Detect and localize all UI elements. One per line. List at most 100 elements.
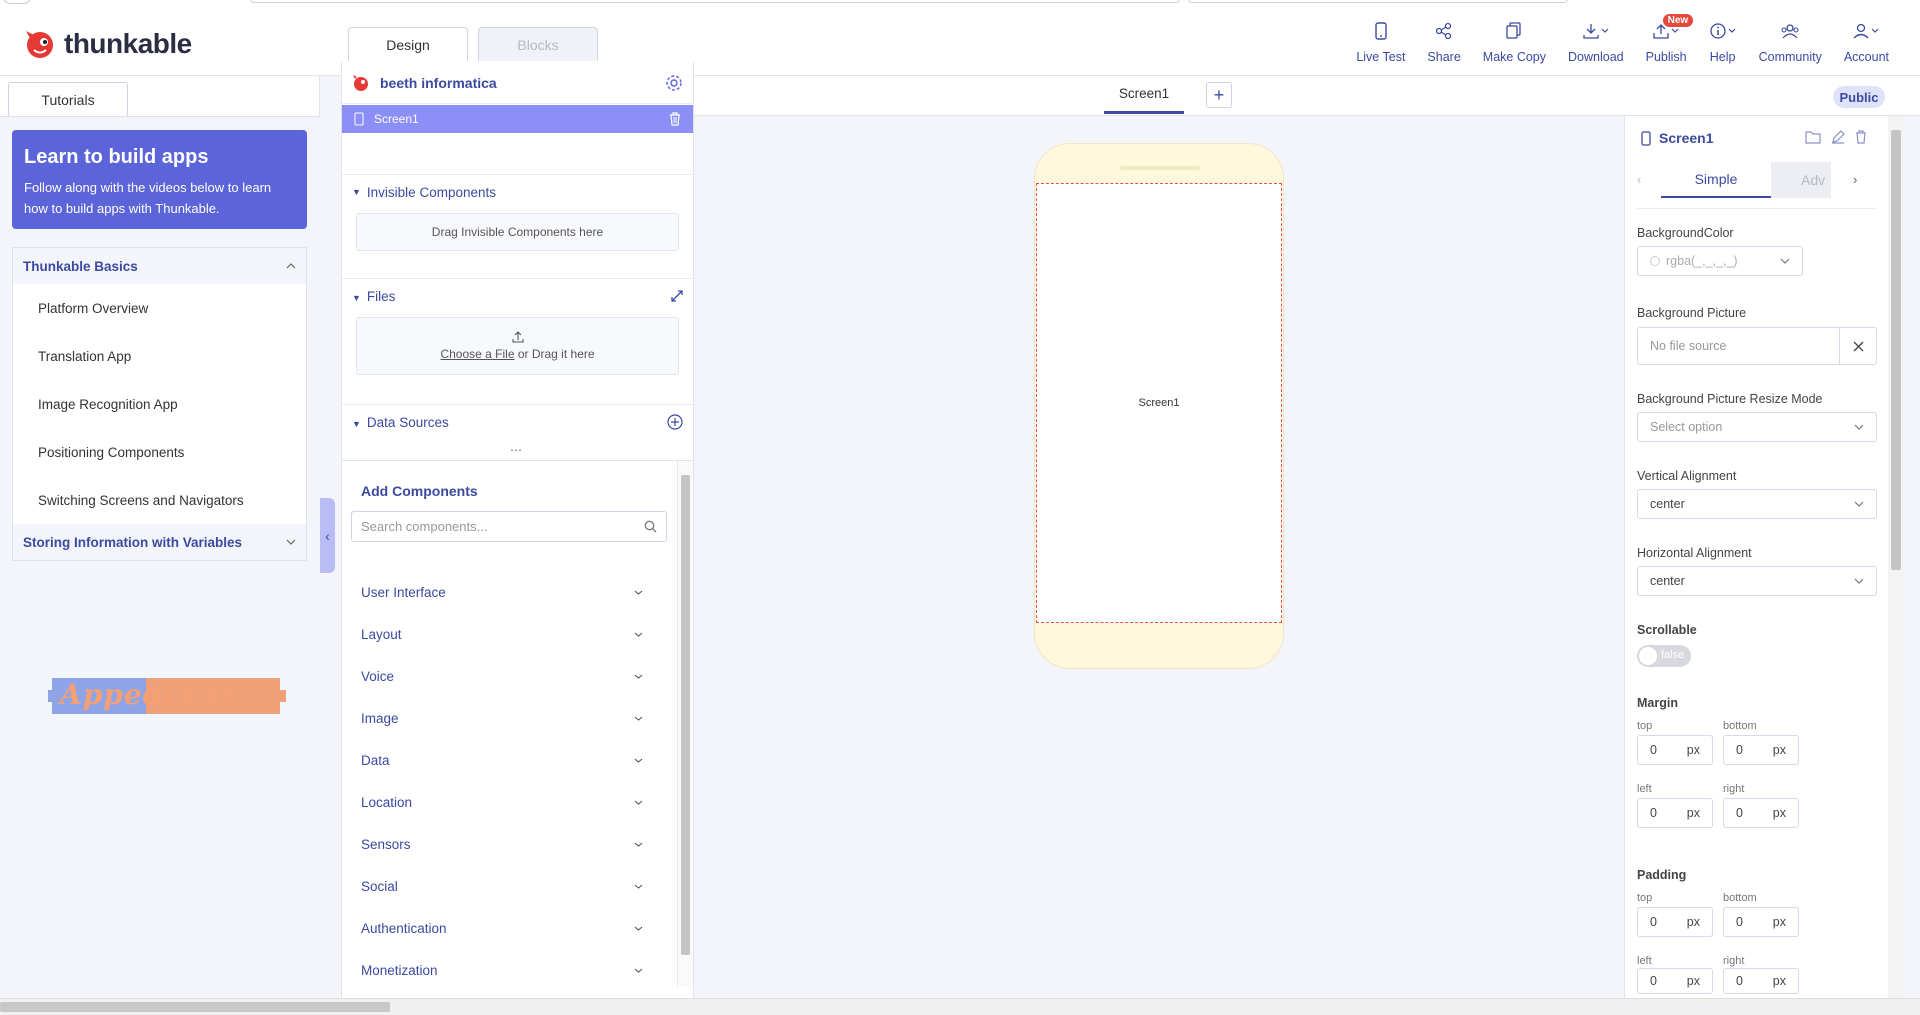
resize-handle[interactable]: ⋯ xyxy=(510,443,522,457)
tab-screen1[interactable]: Screen1 xyxy=(1104,76,1184,114)
tab-tutorials[interactable]: Tutorials xyxy=(8,82,128,116)
lesson-item[interactable]: Translation App xyxy=(13,332,306,380)
data-sources-header[interactable]: ▼ Data Sources xyxy=(342,405,693,439)
lesson-item[interactable]: Platform Overview xyxy=(13,284,306,332)
folder-add-icon[interactable] xyxy=(1805,130,1821,144)
lesson-item[interactable]: Switching Screens and Navigators xyxy=(13,476,306,524)
horizontal-scrollbar[interactable] xyxy=(0,998,1920,1015)
margin-right-label: right xyxy=(1723,783,1745,795)
scrollbar-thumb[interactable] xyxy=(1891,130,1901,570)
add-circle-icon[interactable] xyxy=(667,414,683,430)
tab-advanced[interactable]: Adv xyxy=(1771,162,1831,198)
public-badge[interactable]: Public xyxy=(1833,86,1885,108)
bg-color-picker[interactable]: rgba(_,_,_,_) xyxy=(1637,246,1803,276)
share-icon xyxy=(1435,20,1453,42)
share-button[interactable]: Share xyxy=(1416,20,1471,64)
margin-right-input[interactable]: 0 px xyxy=(1723,798,1799,828)
bg-picture-field[interactable]: No file source xyxy=(1637,327,1877,365)
browser-address-bar[interactable] xyxy=(250,0,1180,3)
value: 0 xyxy=(1650,806,1657,820)
category-user-interface[interactable]: User Interface xyxy=(342,571,662,613)
margin-bottom-label: bottom xyxy=(1723,720,1757,732)
clear-button[interactable] xyxy=(1839,328,1876,364)
account-button[interactable]: Account xyxy=(1833,20,1900,64)
padding-bottom-input[interactable]: 0 px xyxy=(1723,907,1799,937)
section-title: Invisible Components xyxy=(366,184,496,200)
files-header[interactable]: ▼ Files xyxy=(342,279,693,313)
thunkable-logo[interactable]: thunkable xyxy=(24,28,192,60)
scrollbar-thumb[interactable] xyxy=(681,475,690,955)
category-label: Data xyxy=(361,752,390,768)
make-copy-button[interactable]: Make Copy xyxy=(1472,20,1557,64)
category-authentication[interactable]: Authentication xyxy=(342,907,662,949)
tab-simple[interactable]: Simple xyxy=(1661,162,1771,198)
padding-right-input[interactable]: 0 px xyxy=(1723,968,1799,994)
scrollable-toggle[interactable]: false xyxy=(1637,645,1691,667)
add-screen-button[interactable]: + xyxy=(1206,82,1232,108)
settings-gear-icon[interactable] xyxy=(665,74,683,92)
publish-button[interactable]: New Publish xyxy=(1635,14,1698,64)
browser-search-bar[interactable] xyxy=(1188,0,1568,3)
tab-design[interactable]: Design xyxy=(348,27,468,61)
tree-screen-row[interactable]: Screen1 xyxy=(342,105,693,133)
community-button[interactable]: Community xyxy=(1748,20,1833,64)
publish-label: Publish xyxy=(1645,50,1687,64)
category-data[interactable]: Data xyxy=(342,739,662,781)
section-storing-variables[interactable]: Storing Information with Variables xyxy=(13,524,306,560)
data-sources-section: ▼ Data Sources ⋯ xyxy=(342,404,693,458)
valign-select[interactable]: center xyxy=(1637,489,1877,519)
download-button[interactable]: Download xyxy=(1557,20,1635,64)
category-label: Sensors xyxy=(361,836,411,852)
search-input[interactable]: Search components... xyxy=(351,511,667,542)
components-scrollbar[interactable] xyxy=(677,461,693,987)
margin-top-input[interactable]: 0 px xyxy=(1637,735,1713,765)
file-drop-zone[interactable]: Choose a File or Drag it here xyxy=(356,317,679,375)
live-test-button[interactable]: Live Test xyxy=(1345,20,1416,64)
lesson-item[interactable]: Image Recognition App xyxy=(13,380,306,428)
trash-icon[interactable] xyxy=(669,112,681,126)
category-sensors[interactable]: Sensors xyxy=(342,823,662,865)
category-image[interactable]: Image xyxy=(342,697,662,739)
expand-icon[interactable] xyxy=(671,290,683,302)
padding-right-label: right xyxy=(1723,955,1745,967)
category-social[interactable]: Social xyxy=(342,865,662,907)
resize-mode-select[interactable]: Select option xyxy=(1637,412,1877,442)
category-label: Social xyxy=(361,878,398,894)
new-badge: New xyxy=(1662,14,1694,27)
thunkable-mascot-icon xyxy=(26,31,53,58)
collapse-panel-button[interactable]: ‹ xyxy=(320,498,335,573)
edit-icon[interactable] xyxy=(1831,130,1845,144)
invisible-components-header[interactable]: ▼ Invisible Components xyxy=(342,175,693,209)
category-monetization[interactable]: Monetization xyxy=(342,949,662,991)
halign-select[interactable]: center xyxy=(1637,566,1877,596)
trash-icon[interactable] xyxy=(1855,130,1867,144)
section-title: Thunkable Basics xyxy=(23,258,138,274)
margin-left-input[interactable]: 0 px xyxy=(1637,798,1713,828)
unit: px xyxy=(1686,974,1700,988)
phone-screen[interactable]: Screen1 xyxy=(1036,183,1282,623)
browser-back-button[interactable] xyxy=(2,0,32,4)
chevron-left-icon[interactable]: ‹ xyxy=(1637,172,1641,187)
choose-file-link[interactable]: Choose a File xyxy=(440,347,514,361)
bg-picture-value: No file source xyxy=(1650,339,1727,353)
help-button[interactable]: Help xyxy=(1698,20,1748,64)
scrollbar-thumb[interactable] xyxy=(0,1002,390,1012)
section-title: Data Sources xyxy=(366,414,449,430)
invisible-drop-zone[interactable]: Drag Invisible Components here xyxy=(356,213,679,251)
lesson-item[interactable]: Positioning Components xyxy=(13,428,306,476)
phone-icon xyxy=(1641,130,1651,146)
category-layout[interactable]: Layout xyxy=(342,613,662,655)
category-voice[interactable]: Voice xyxy=(342,655,662,697)
padding-top-input[interactable]: 0 px xyxy=(1637,907,1713,937)
chevron-right-icon[interactable]: › xyxy=(1853,172,1857,187)
resize-mode-value: Select option xyxy=(1650,420,1723,434)
category-location[interactable]: Location xyxy=(342,781,662,823)
margin-bottom-input[interactable]: 0 px xyxy=(1723,735,1799,765)
padding-left-input[interactable]: 0 px xyxy=(1637,968,1713,994)
project-row[interactable]: beeth informatica xyxy=(342,62,693,104)
section-thunkable-basics[interactable]: Thunkable Basics xyxy=(13,248,306,284)
help-label: Help xyxy=(1709,50,1736,64)
tab-blocks[interactable]: Blocks xyxy=(478,27,598,61)
editor-tabs: Design Blocks xyxy=(348,27,598,61)
search-icon xyxy=(644,520,657,533)
